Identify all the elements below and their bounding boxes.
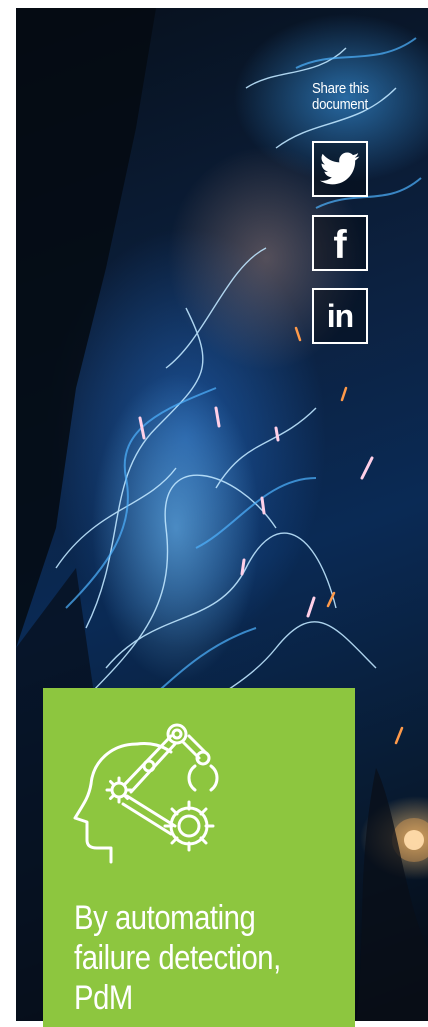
facebook-f-icon: f bbox=[333, 223, 347, 267]
card-text: By automating failure detection, PdM bbox=[74, 899, 281, 1017]
share-label: Share this document bbox=[312, 80, 369, 113]
facebook-share-button[interactable]: f bbox=[312, 215, 368, 271]
share-panel: Share this document f in bbox=[312, 80, 392, 344]
linkedin-share-button[interactable]: in bbox=[312, 288, 368, 344]
twitter-bird-icon bbox=[320, 152, 360, 185]
twitter-share-button[interactable] bbox=[312, 141, 368, 197]
linkedin-in-icon: in bbox=[326, 298, 354, 334]
info-card: By automating failure detection, PdM bbox=[43, 688, 355, 1027]
ai-head-robot-arm-gears-icon bbox=[73, 723, 219, 864]
page: Share this document f in By automating f… bbox=[0, 0, 428, 1027]
